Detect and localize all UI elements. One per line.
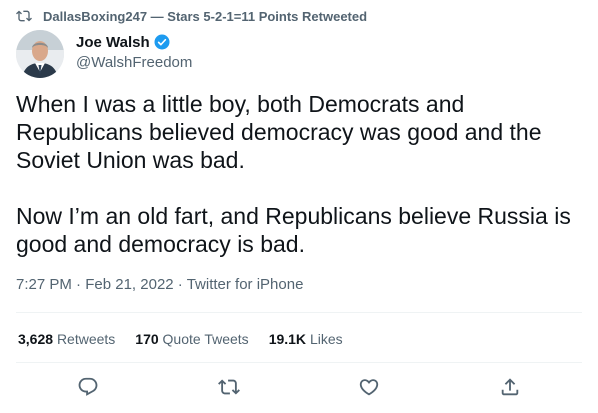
verified-badge-icon xyxy=(154,34,170,50)
author-handle[interactable]: @WalshFreedom xyxy=(76,54,192,71)
share-button[interactable] xyxy=(499,376,523,400)
like-icon xyxy=(359,379,379,396)
retweet-icon xyxy=(16,10,32,22)
meta-separator: · xyxy=(173,276,187,293)
retweeted-by-text: DallasBoxing247 — Stars 5-2-1=11 Points … xyxy=(43,8,368,24)
share-icon xyxy=(501,378,519,396)
quote-tweets-count: 170 xyxy=(135,331,159,347)
tweet-text: When I was a little boy, both Democrats … xyxy=(16,91,571,257)
tweet-meta: 7:27 PM · Feb 21, 2022 · Twitter for iPh… xyxy=(16,276,303,293)
author-name-row[interactable]: Joe Walsh xyxy=(76,33,192,51)
action-bar xyxy=(0,376,598,402)
retweets-stat[interactable]: 3,628 Retweets xyxy=(18,331,115,347)
tweet-time[interactable]: 7:27 PM xyxy=(16,276,72,293)
author-display-name[interactable]: Joe Walsh xyxy=(76,34,150,51)
divider xyxy=(16,312,582,313)
quote-tweets-stat[interactable]: 170 Quote Tweets xyxy=(135,331,248,347)
divider xyxy=(16,362,582,363)
quote-tweets-label: Quote Tweets xyxy=(162,331,249,347)
meta-separator: · xyxy=(71,276,86,293)
likes-label: Likes xyxy=(309,331,343,347)
reply-icon xyxy=(78,377,98,396)
likes-count: 19.1K xyxy=(268,331,307,347)
reply-button[interactable] xyxy=(77,376,101,400)
tweet-source[interactable]: Twitter for iPhone xyxy=(187,276,304,293)
avatar-photo xyxy=(16,30,64,78)
tweet-stats: 3,628 Retweets 170 Quote Tweets 19.1K Li… xyxy=(18,331,343,347)
retweets-label: Retweets xyxy=(56,331,116,347)
like-button[interactable] xyxy=(358,376,382,400)
retweet-icon xyxy=(218,379,240,395)
author-names: Joe Walsh @WalshFreedom xyxy=(76,33,192,78)
retweets-count: 3,628 xyxy=(18,331,54,347)
avatar[interactable] xyxy=(16,30,64,78)
tweet-header: Joe Walsh @WalshFreedom xyxy=(16,30,192,78)
retweeted-by-row[interactable]: DallasBoxing247 — Stars 5-2-1=11 Points … xyxy=(16,7,367,25)
likes-stat[interactable]: 19.1K Likes xyxy=(269,331,343,347)
retweet-button[interactable] xyxy=(218,376,242,400)
tweet-date[interactable]: Feb 21, 2022 xyxy=(85,276,173,293)
